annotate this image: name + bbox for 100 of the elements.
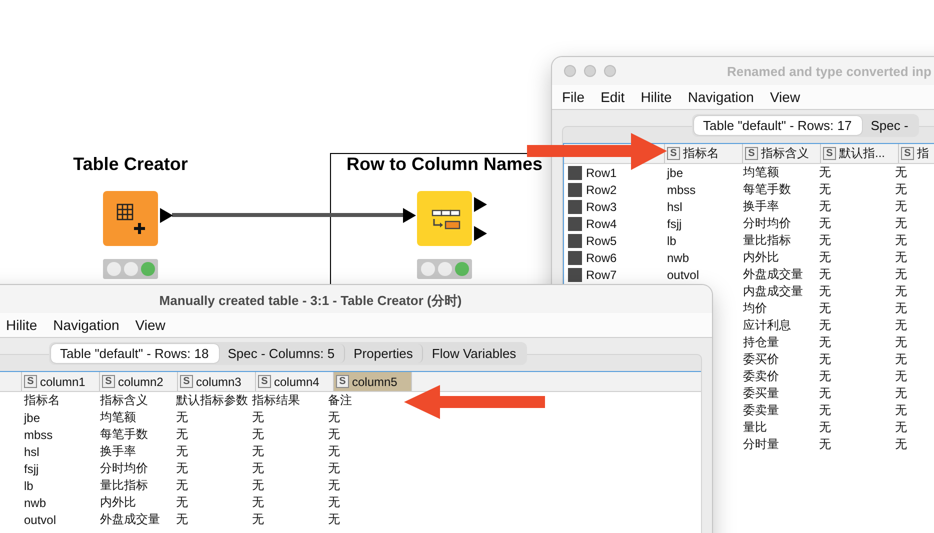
window-title: Renamed and type converted inp xyxy=(727,64,932,79)
table-cell-text: 无 xyxy=(894,385,908,402)
table-cell-text: 无 xyxy=(818,368,832,385)
row-id: Row7 xyxy=(586,268,617,282)
table-cell-text: 无 xyxy=(894,215,908,232)
menu-item[interactable]: Navigation xyxy=(53,317,120,333)
row-id: Row2 xyxy=(586,182,617,196)
row-color-icon xyxy=(568,182,582,196)
table-cell-text: 分时量 xyxy=(742,436,780,453)
table-cell-text: 无 xyxy=(818,249,832,266)
tab[interactable]: Properties xyxy=(344,344,423,363)
output-port-icon[interactable] xyxy=(474,226,487,241)
menu-item[interactable]: Edit xyxy=(600,89,625,105)
table-cell-text: hsl xyxy=(23,444,40,458)
table-cell-text: 委卖量 xyxy=(742,402,780,419)
menu-item[interactable]: View xyxy=(135,317,166,333)
tab[interactable]: Flow Variables xyxy=(422,344,526,363)
table-cell-text: 分时均价 xyxy=(99,460,149,477)
table-cell-text: 应计利息 xyxy=(742,317,792,334)
table-cell-text: 无 xyxy=(894,198,908,215)
table-cell-text: 无 xyxy=(327,426,341,443)
table-cell-text: 无 xyxy=(251,494,265,511)
row-color-icon xyxy=(568,166,582,180)
table-cell-text: 无 xyxy=(894,402,908,419)
output-port-icon[interactable] xyxy=(474,197,487,212)
table-cell-text: 委买价 xyxy=(742,351,780,368)
table-cell-text: outvol xyxy=(666,268,700,282)
window-title: Manually created table - 3:1 - Table Creator (分时) xyxy=(158,292,463,310)
table-cell-text: 无 xyxy=(818,436,832,453)
column-header[interactable]: S 指标含义 xyxy=(743,144,821,163)
table-cell-text: 无 xyxy=(818,232,832,249)
table-cell-text: 内盘成交量 xyxy=(742,283,804,300)
table-cell-text: 无 xyxy=(818,266,832,283)
table-cell-text: 内外比 xyxy=(742,249,780,266)
menu-item[interactable]: Hilite xyxy=(640,89,672,105)
table-cell-text: 均笔额 xyxy=(99,409,137,426)
column-header[interactable]: S column5 xyxy=(334,372,412,391)
table-cell-text: 无 xyxy=(894,334,908,351)
table-cell-text: 量比指标 xyxy=(742,232,792,249)
table-cell-text: 无 xyxy=(894,266,908,283)
table-cell-text: 换手率 xyxy=(742,198,780,215)
row-id: Row4 xyxy=(586,216,617,230)
string-type-icon: S xyxy=(336,375,349,388)
table-cell-text: 无 xyxy=(251,511,265,528)
column-header[interactable]: S column3 xyxy=(178,372,256,391)
table-cell-text: 无 xyxy=(251,460,265,477)
column-header[interactable]: S 指标名 xyxy=(665,144,743,163)
table-cell-text: 无 xyxy=(894,283,908,300)
table-cell-text: 无 xyxy=(327,460,341,477)
table-cell-text: 指标名 xyxy=(23,392,61,409)
menu-item[interactable]: File xyxy=(562,89,585,105)
table-cell-text: 无 xyxy=(175,494,189,511)
table-cell-text: 内外比 xyxy=(99,494,137,511)
table-cell-text: 无 xyxy=(818,300,832,317)
tab[interactable]: Spec - xyxy=(862,116,918,135)
table-cell-text: fsjj xyxy=(666,216,683,230)
table-cell-text: 指标结果 xyxy=(251,392,301,409)
tab[interactable]: Spec - Columns: 5 xyxy=(218,344,345,363)
tab[interactable]: Table "default" - Rows: 18 xyxy=(51,344,219,363)
menu-item[interactable]: Hilite xyxy=(6,317,38,333)
table-cell-text: 无 xyxy=(894,436,908,453)
table-cell-text: 无 xyxy=(327,494,341,511)
menu-item[interactable]: Navigation xyxy=(688,89,754,105)
table-cell-text: 无 xyxy=(894,368,908,385)
table-cell-text: jbe xyxy=(666,166,684,180)
row-id: Row1 xyxy=(586,166,617,180)
string-type-icon: S xyxy=(258,375,271,388)
menu-item[interactable]: View xyxy=(770,89,800,105)
table-cell-text: 无 xyxy=(327,511,341,528)
string-type-icon: S xyxy=(745,147,758,160)
row-color-icon xyxy=(568,200,582,214)
node-label: Row to Column Names xyxy=(346,153,542,175)
table-cell-text: hsl xyxy=(666,200,684,214)
table-cell-text: mbss xyxy=(23,428,54,442)
table-cell-text: 每笔手数 xyxy=(742,181,792,198)
table-cell-text: 无 xyxy=(818,317,832,334)
table-cell-text: 无 xyxy=(175,511,189,528)
row-color-icon xyxy=(568,268,582,282)
table-cell-text: 每笔手数 xyxy=(99,426,149,443)
column-header[interactable]: S column1 xyxy=(22,372,100,391)
table-cell-text: 无 xyxy=(251,443,265,460)
table-cell-text: 无 xyxy=(251,477,265,494)
table-cell-text: lb xyxy=(23,478,34,492)
table-cell-text: jbe xyxy=(22,410,42,424)
table-cell-text: lb xyxy=(666,234,678,248)
column-header[interactable]: S 指 xyxy=(899,144,934,163)
row-color-icon xyxy=(568,250,582,264)
table-cell-text: 持仓量 xyxy=(742,334,780,351)
column-header[interactable]: S 默认指... xyxy=(821,144,899,163)
table-cell-text: 无 xyxy=(327,477,341,494)
table-cell-text: 无 xyxy=(175,409,189,426)
tab[interactable]: Table "default" - Rows: 17 xyxy=(694,116,862,135)
table-cell-text: 无 xyxy=(894,181,908,198)
table-cell-text: 无 xyxy=(175,443,189,460)
output-port-icon[interactable] xyxy=(160,208,173,223)
table-cell-text: 无 xyxy=(818,419,832,436)
table-cell-text: 无 xyxy=(894,164,908,181)
row-id: Row5 xyxy=(586,234,617,248)
column-header[interactable]: S column2 xyxy=(100,372,178,391)
table-cell-text: nwb xyxy=(666,250,690,264)
